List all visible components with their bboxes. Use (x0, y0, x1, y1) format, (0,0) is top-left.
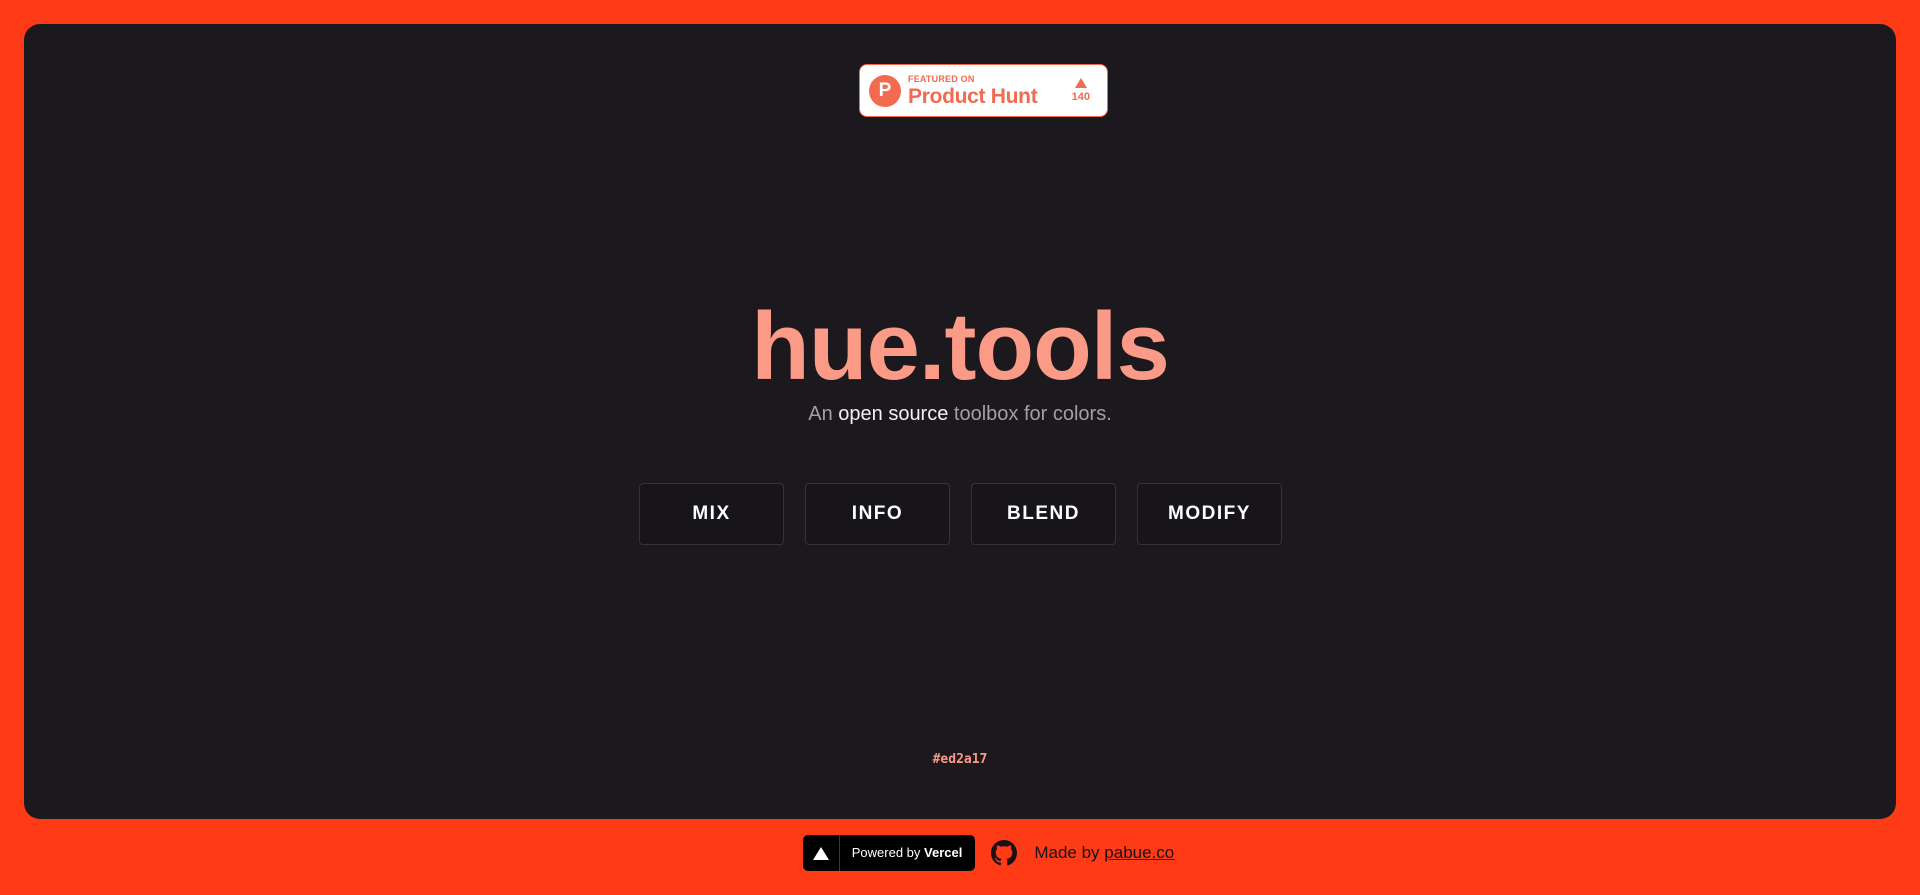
upvote-arrow-icon (1074, 78, 1087, 88)
subtitle-open-source: open source (838, 403, 949, 425)
vercel-label: Powered by Vercel (840, 835, 976, 871)
vercel-brand: Vercel (924, 845, 963, 860)
made-by-text: Made by pabue.co (1034, 843, 1174, 863)
vercel-prefix: Powered by (851, 845, 925, 860)
github-icon[interactable] (991, 840, 1018, 866)
product-hunt-featured-label: FEATURED ON (908, 73, 975, 84)
tool-buttons: MIX INFO BLEND MODIFY (639, 483, 1282, 545)
product-hunt-badge[interactable]: P FEATURED ON Product Hunt 140 (859, 64, 1108, 117)
pabue-link[interactable]: pabue.co (1104, 843, 1174, 862)
footer: Powered by Vercel Made by pabue.co (0, 835, 1920, 871)
page-subtitle: An open source toolbox for colors. (24, 400, 1896, 428)
product-hunt-text: FEATURED ON Product Hunt (908, 73, 1038, 108)
made-by-prefix: Made by (1034, 843, 1105, 862)
mix-button[interactable]: MIX (639, 483, 784, 545)
info-button[interactable]: INFO (805, 483, 950, 545)
modify-button[interactable]: MODIFY (1137, 483, 1282, 545)
current-color-hex: #ed2a17 (932, 752, 988, 767)
product-hunt-logo-icon: P (869, 74, 901, 107)
product-hunt-vote-count: 140 (1071, 91, 1090, 103)
page-title: hue.tools (751, 293, 1170, 400)
blend-button[interactable]: BLEND (971, 483, 1116, 545)
subtitle-suffix: toolbox for colors. (948, 403, 1112, 425)
product-hunt-name: Product Hunt (908, 84, 1038, 108)
product-hunt-votes: 140 (1072, 78, 1090, 103)
powered-by-vercel-button[interactable]: Powered by Vercel (802, 835, 976, 871)
subtitle-prefix: An (808, 403, 839, 425)
main-card: P FEATURED ON Product Hunt 140 hue.tools… (24, 24, 1896, 819)
vercel-logo-icon (803, 835, 840, 871)
